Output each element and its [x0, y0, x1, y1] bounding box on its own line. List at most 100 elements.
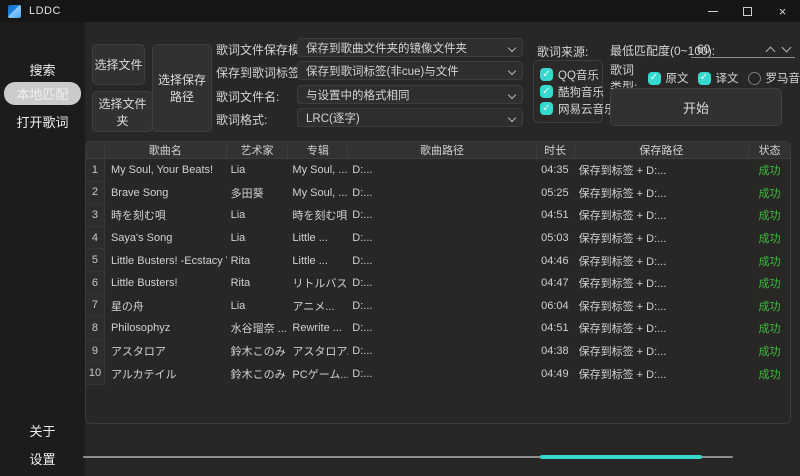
cell-num: 5	[86, 249, 105, 272]
app-window: LDDC × 搜索 本地匹配 打开歌词 关于 设置 选择文件 选择文件夹 选择保…	[0, 0, 800, 476]
maximize-icon	[743, 6, 752, 16]
checkbox-unchecked-icon[interactable]	[747, 71, 761, 85]
cell-duration: 04:51	[541, 209, 569, 222]
title-bar: LDDC ×	[0, 0, 800, 22]
cell-duration: 04:35	[541, 164, 569, 177]
cell-path: D:...	[352, 164, 373, 177]
cell-save: 保存到标签 + D:...	[578, 368, 667, 381]
select-folder-button[interactable]: 选择文件夹	[92, 91, 153, 132]
cell-status: 成功	[758, 368, 781, 381]
cell-num: 3	[86, 204, 105, 227]
table-row[interactable]: 7 星の舟 Lia アニメ... D:... 06:04 保存到标签 + D:... 成功	[86, 294, 790, 318]
cell-duration: 04:46	[541, 254, 569, 267]
cell-save: 保存到标签 + D:...	[578, 300, 667, 313]
cell-duration: 04:47	[541, 277, 569, 290]
cell-duration: 04:49	[541, 367, 569, 380]
header-save-path[interactable]: 保存路径	[575, 142, 750, 158]
cell-path: D:...	[352, 254, 373, 267]
lyric-source-option[interactable]: ✓ 酷狗音乐	[540, 85, 604, 99]
lyric-type-option[interactable]: 罗马音	[747, 71, 800, 85]
sidebar-item-search[interactable]: 搜索	[0, 60, 85, 79]
cell-artist: Rita	[230, 277, 251, 290]
cell-status: 成功	[758, 165, 781, 178]
cell-artist: 鈴木このみ	[230, 368, 286, 381]
cell-duration: 04:38	[541, 345, 569, 358]
save-tag-combobox[interactable]: 保存到歌词标签(非cue)与文件	[297, 61, 523, 80]
cell-artist: Lia	[230, 232, 246, 245]
checkbox-checked-icon[interactable]: ✓	[540, 68, 553, 81]
table-row[interactable]: 8 Philosophyz 水谷瑠奈 ... Rewrite ... D:... 04:5…	[86, 317, 790, 340]
table-row[interactable]: 6 Little Busters! Rita リトルバス... D:... 04:47 保存…	[86, 271, 790, 295]
cell-album: My Soul, ...	[292, 164, 348, 177]
table-row[interactable]: 10 アルカテイル 鈴木このみ PCゲーム... D:... 04:49 保存到标签 + D…	[86, 362, 790, 385]
min-match-value[interactable]: 60	[697, 42, 710, 56]
table-row[interactable]: 3 時を刻む唄 Lia 時を刻む唄 ... D:... 04:51 保存到标签 + D:..…	[86, 204, 790, 227]
checkbox-checked-icon[interactable]: ✓	[647, 71, 661, 85]
lyric-type-row: 歌词类型: ✓ 原文 ✓ 译文 罗马音	[610, 63, 800, 94]
select-file-button[interactable]: 选择文件	[92, 44, 145, 85]
spin-down-icon[interactable]	[781, 42, 792, 53]
cell-path: D:...	[352, 209, 373, 222]
lyric-format-combobox[interactable]: LRC(逐字)	[297, 108, 523, 127]
cell-album: Rewrite ...	[292, 322, 342, 335]
lyric-source-label: 歌词来源:	[537, 45, 589, 59]
table-header: 歌曲名 艺术家 专辑 歌曲路径 时长 保存路径 状态	[86, 142, 790, 159]
header-album[interactable]: 专辑	[288, 142, 349, 158]
file-name-combobox[interactable]: 与设置中的格式相同	[297, 85, 523, 104]
spin-up-icon[interactable]	[765, 46, 776, 57]
header-status[interactable]: 状态	[749, 142, 790, 158]
table-row[interactable]: 9 アスタロア 鈴木このみアスタロア/... D:... 04:38 保存到标签 + D:…	[86, 339, 790, 363]
sidebar-item-about[interactable]: 关于	[0, 421, 85, 440]
table-row[interactable]: 2 Brave Song 多田葵 My Soul, ... D:... 05:25 保存到标…	[86, 181, 790, 205]
cell-save: 保存到标签 + D:...	[578, 233, 667, 246]
select-save-path-button[interactable]: 选择保存路径	[152, 44, 212, 132]
lyric-type-option[interactable]: ✓ 原文	[647, 71, 689, 85]
table-row[interactable]: 4 Saya's Song Lia Little ... D:... 05:03 保存到标签…	[86, 226, 790, 250]
checkbox-checked-icon[interactable]: ✓	[540, 102, 553, 115]
lyric-source-option[interactable]: ✓ QQ音乐	[540, 68, 599, 82]
chevron-down-icon	[507, 113, 517, 123]
cell-save: 保存到标签 + D:...	[578, 278, 667, 291]
cell-status: 成功	[758, 323, 781, 336]
start-button[interactable]: 开始	[610, 88, 782, 126]
cell-num: 9	[86, 339, 105, 363]
close-button[interactable]: ×	[765, 0, 800, 22]
table-row[interactable]: 5 Little Busters! -Ecstacy Ver.-Rita Littl…	[86, 249, 790, 272]
cell-status: 成功	[758, 187, 781, 200]
header-song[interactable]: 歌曲名	[105, 142, 227, 158]
cell-song: 星の舟	[110, 300, 144, 313]
save-mode-combobox[interactable]: 保存到歌曲文件夹的镜像文件夹	[297, 38, 523, 57]
cell-artist: 多田葵	[230, 187, 264, 200]
cell-status: 成功	[758, 255, 781, 268]
lyric-type-option-label: 原文	[665, 73, 689, 85]
cell-artist: Lia	[230, 299, 246, 312]
cell-num: 2	[86, 181, 105, 205]
cell-album: My Soul, ...	[292, 186, 348, 199]
sidebar-item-local-match[interactable]: 本地匹配	[4, 82, 81, 105]
cell-artist: Rita	[230, 254, 251, 267]
header-duration[interactable]: 时长	[537, 142, 575, 158]
minimize-icon	[707, 10, 718, 12]
lyric-type-option[interactable]: ✓ 译文	[697, 71, 739, 85]
lyric-source-option[interactable]: ✓ 网易云音乐	[540, 102, 616, 116]
cell-album: アスタロア/...	[292, 346, 348, 359]
cell-save: 保存到标签 + D:...	[578, 210, 667, 223]
lyric-source-group: ✓ QQ音乐 ✓ 酷狗音乐 ✓ 网易云音乐	[533, 60, 616, 123]
checkbox-checked-icon[interactable]: ✓	[540, 85, 553, 98]
header-path[interactable]: 歌曲路径	[348, 142, 537, 158]
cell-status: 成功	[758, 233, 781, 246]
cell-num: 4	[86, 226, 105, 250]
minimize-button[interactable]	[695, 0, 730, 22]
maximize-button[interactable]	[730, 0, 765, 22]
header-artist[interactable]: 艺术家	[227, 142, 289, 158]
cell-path: D:...	[352, 367, 373, 380]
sidebar-item-open-lyrics[interactable]: 打开歌词	[0, 112, 85, 131]
save-tag-label: 保存到歌词标签:	[216, 66, 304, 80]
cell-status: 成功	[758, 278, 781, 291]
sidebar-item-settings[interactable]: 设置	[0, 449, 85, 468]
checkbox-checked-icon[interactable]: ✓	[697, 71, 711, 85]
cell-path: D:...	[352, 345, 373, 358]
sidebar: 搜索 本地匹配 打开歌词 关于 设置	[0, 22, 85, 476]
table-row[interactable]: 1 My Soul, Your Beats! Lia My Soul, ... D:..…	[86, 159, 790, 182]
cell-save: 保存到标签 + D:...	[578, 346, 667, 359]
